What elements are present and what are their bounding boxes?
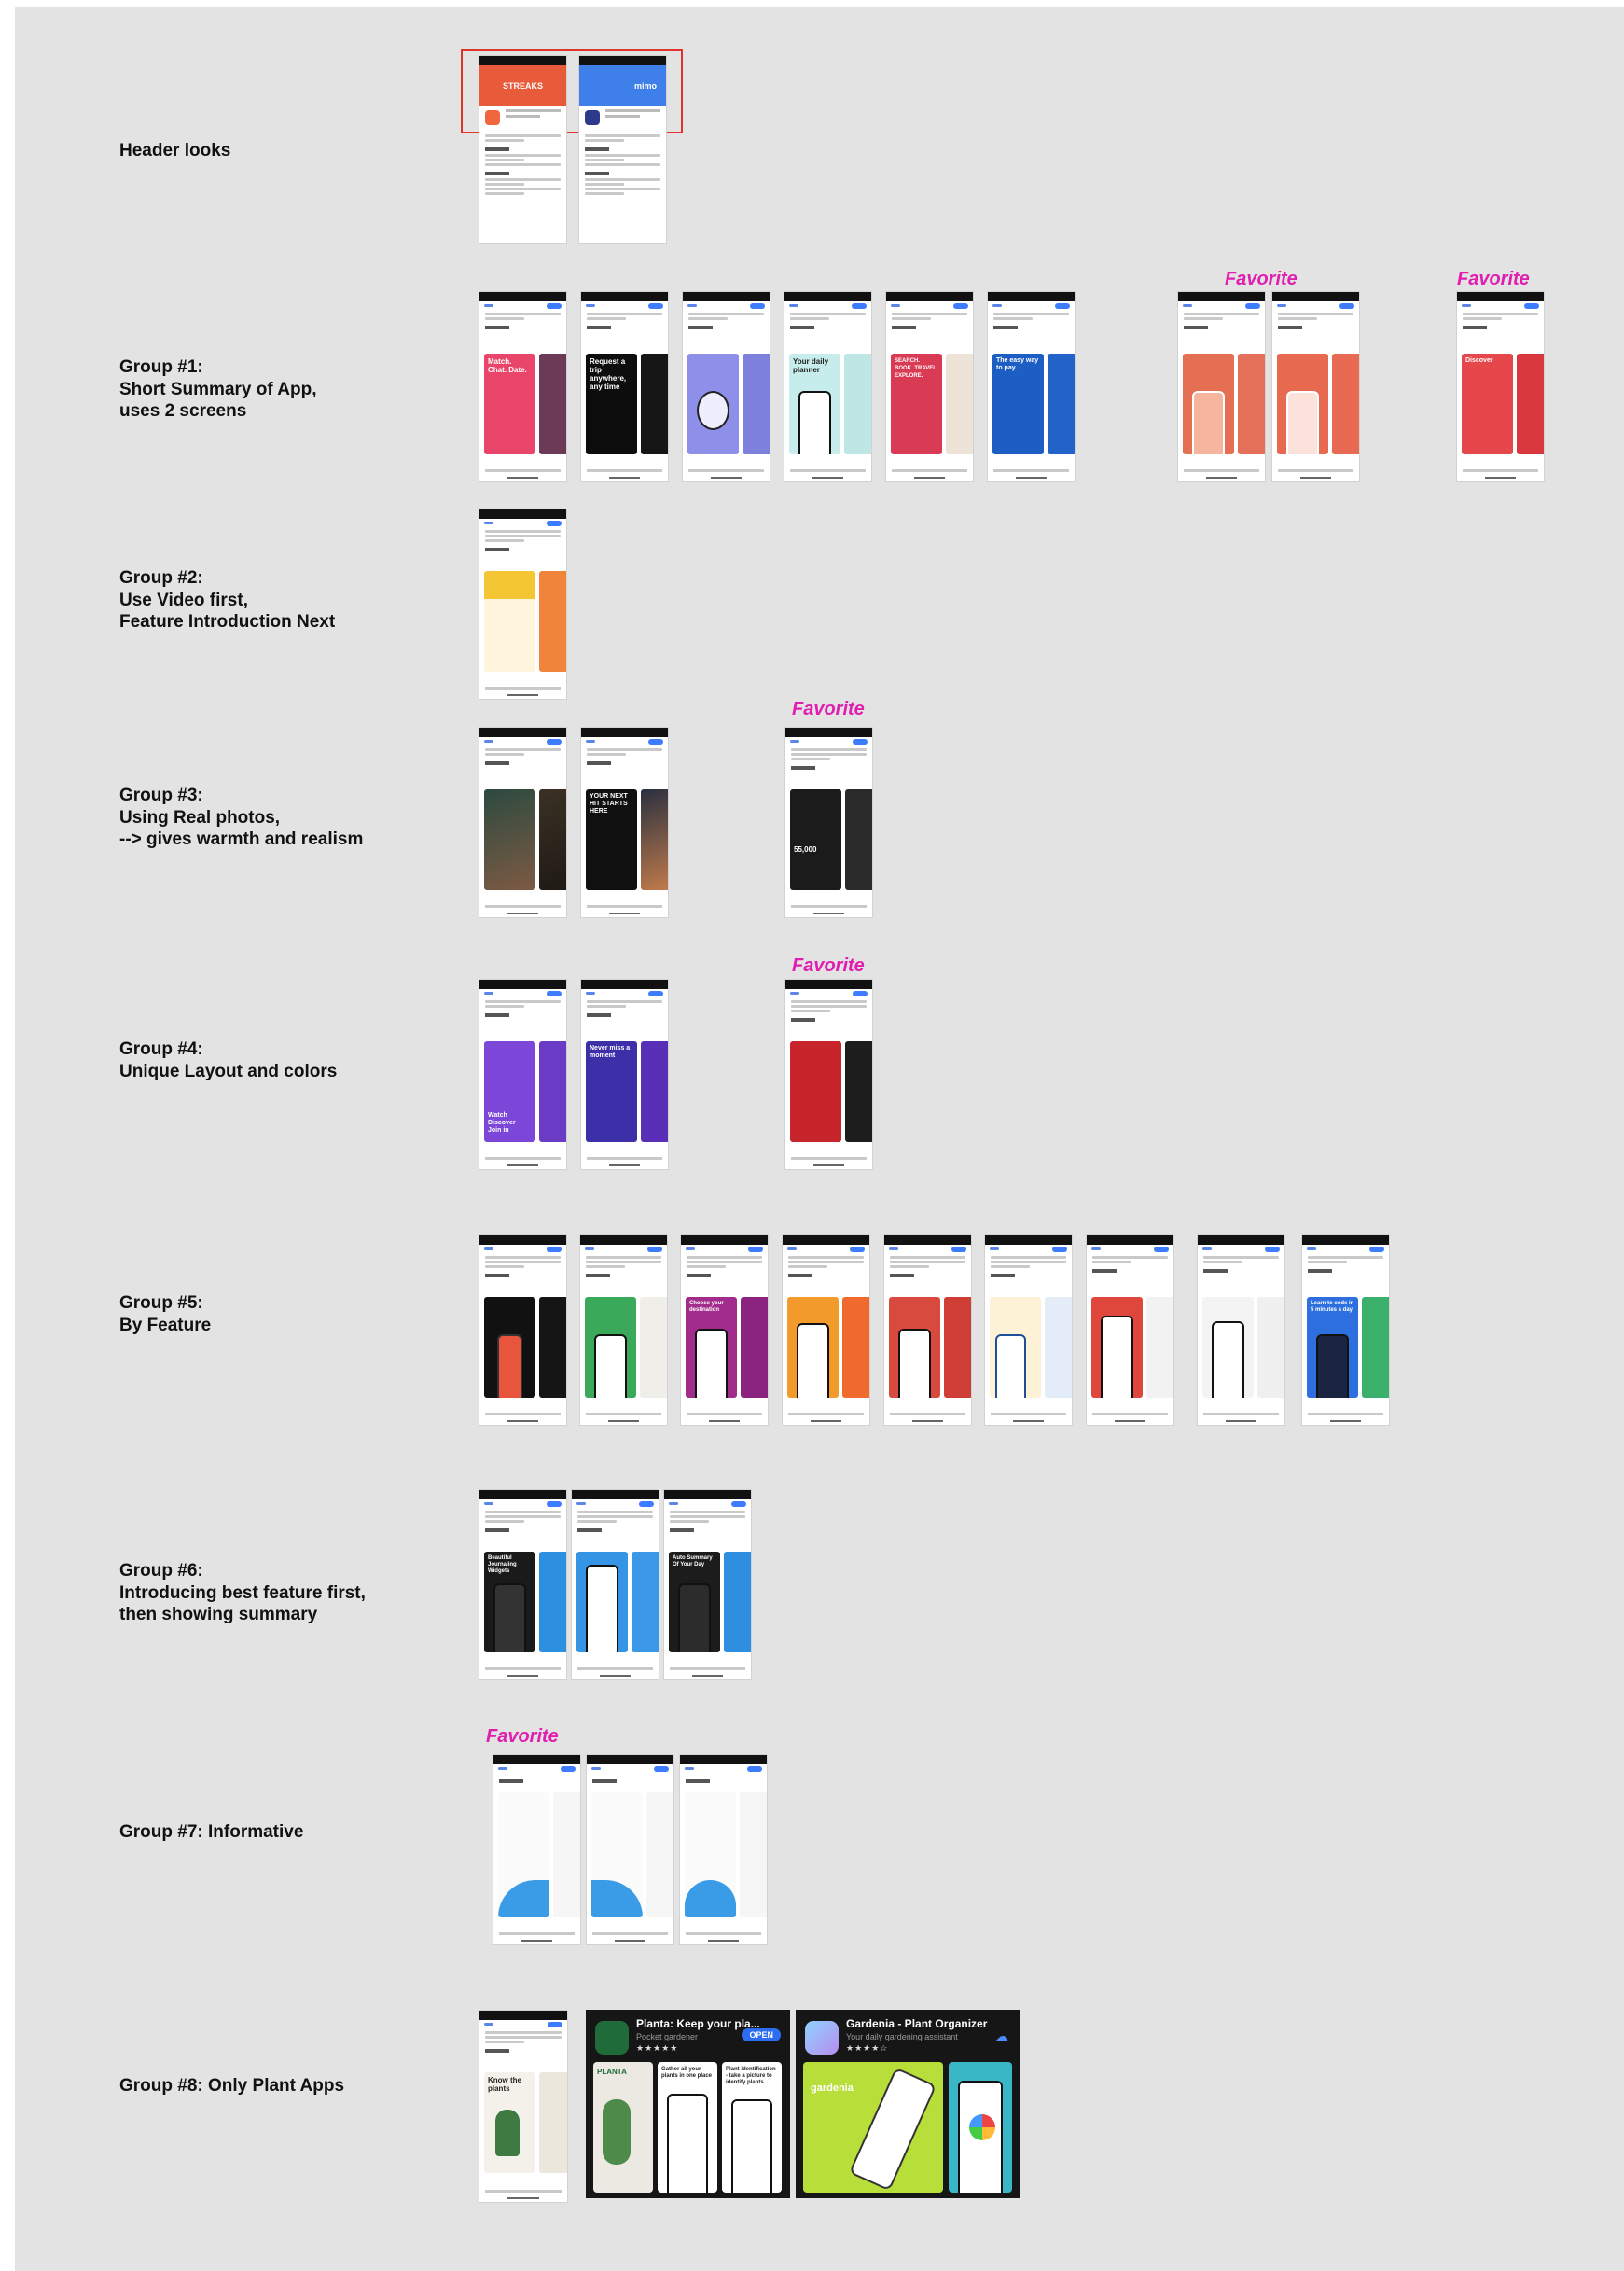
app-screenshot[interactable]: Learn to code in 5 minutes a day (1302, 1235, 1389, 1425)
label-group-6: Group #6: Introducing best feature first,… (119, 1561, 366, 1624)
app-screenshot[interactable]: SEARCH. BOOK. TRAVEL. EXPLORE. (886, 292, 973, 481)
app-screenshot[interactable]: Watch Discover Join in (479, 980, 566, 1169)
app-screenshot[interactable]: Auto Summary Of Your Day (664, 1490, 751, 1679)
label-group-5: Group #5: By Feature (119, 1293, 212, 1335)
app-screenshot-mimo[interactable]: mimo (579, 56, 666, 243)
app-screenshot[interactable]: Match. Chat. Date. (479, 292, 566, 481)
planta-preview-1: PLANTA (593, 2062, 653, 2193)
planta-app-name: Planta: Keep your pla... (636, 2017, 760, 2030)
gardenia-app-name: Gardenia - Plant Organizer (846, 2017, 988, 2030)
app-screenshot[interactable]: Choose your destination (681, 1235, 768, 1425)
app-screenshot-streaks[interactable]: STREAKS (479, 56, 566, 243)
favorite-tag: Favorite (1225, 269, 1298, 289)
planta-preview-2: Gather all your plants in one place (658, 2062, 717, 2193)
label-group-8: Group #8: Only Plant Apps (119, 2076, 345, 2096)
app-screenshot[interactable] (580, 1235, 667, 1425)
favorite-tag: Favorite (792, 699, 865, 719)
app-screenshot[interactable]: The easy way to pay. (988, 292, 1075, 481)
app-screenshot[interactable] (479, 1235, 566, 1425)
app-screenshot[interactable] (1198, 1235, 1284, 1425)
app-screenshot[interactable]: Discover (1457, 292, 1544, 481)
app-screenshot[interactable] (493, 1755, 580, 1944)
gardenia-app-store-card[interactable]: Gardenia - Plant Organizer Your daily ga… (796, 2010, 1020, 2198)
planta-preview-3: Plant identification - take a picture to… (722, 2062, 782, 2193)
design-canvas: Header looks Group #1: Short Summary of A… (15, 7, 1624, 2271)
label-group-1: Group #1: Short Summary of App, uses 2 scr… (119, 357, 317, 421)
mimo-banner: mimo (579, 65, 666, 106)
app-screenshot[interactable] (985, 1235, 1072, 1425)
app-screenshot[interactable] (479, 728, 566, 917)
app-screenshot[interactable] (1087, 1235, 1173, 1425)
app-icon (485, 110, 500, 125)
label-group-7: Group #7: Informative (119, 1822, 304, 1842)
app-screenshot[interactable]: YOUR NEXT HIT STARTS HERE (581, 728, 668, 917)
label-group-4: Group #4: Unique Layout and colors (119, 1039, 338, 1081)
app-screenshot[interactable] (680, 1755, 767, 1944)
gardenia-subtitle: Your daily gardening assistant (846, 2032, 958, 2041)
label-group-3: Group #3: Using Real photos, --> gives war… (119, 786, 364, 849)
planta-app-store-card[interactable]: Planta: Keep your pla... Pocket gardener… (586, 2010, 790, 2198)
label-header-looks: Header looks (119, 141, 231, 160)
app-screenshot[interactable] (683, 292, 770, 481)
planta-rating: ★★★★★ (636, 2043, 679, 2053)
app-screenshot[interactable]: Your daily planner (784, 292, 871, 481)
planta-app-icon (595, 2021, 629, 2055)
app-screenshot[interactable] (1178, 292, 1265, 481)
app-screenshot[interactable] (785, 980, 872, 1169)
back-arrow-icon[interactable] (484, 304, 493, 307)
planta-subtitle: Pocket gardener (636, 2032, 699, 2041)
streaks-banner: STREAKS (479, 65, 566, 106)
app-screenshot[interactable]: Request a trip anywhere, any time (581, 292, 668, 481)
app-screenshot[interactable] (587, 1755, 673, 1944)
app-icon (585, 110, 600, 125)
cloud-download-icon[interactable]: ☁ (995, 2028, 1008, 2044)
app-screenshot[interactable] (1272, 292, 1359, 481)
label-group-2: Group #2: Use Video first, Feature Introdu… (119, 568, 336, 632)
favorite-tag: Favorite (486, 1726, 559, 1747)
gardenia-app-icon (805, 2021, 839, 2055)
app-screenshot[interactable]: Beautiful Journaling Widgets (479, 1490, 566, 1679)
app-screenshot[interactable] (884, 1235, 971, 1425)
app-screenshot[interactable]: Know the plants (479, 2011, 567, 2202)
gardenia-preview-2 (949, 2062, 1012, 2193)
app-screenshot[interactable]: 55,000 (785, 728, 872, 917)
open-button[interactable]: OPEN (742, 2028, 781, 2041)
favorite-tag: Favorite (792, 955, 865, 976)
gardenia-rating: ★★★★☆ (846, 2043, 889, 2053)
favorite-tag: Favorite (1457, 269, 1530, 289)
app-screenshot[interactable] (479, 509, 566, 699)
gardenia-preview-1: gardenia (803, 2062, 943, 2193)
app-screenshot[interactable]: Never miss a moment (581, 980, 668, 1169)
app-screenshot[interactable] (783, 1235, 869, 1425)
app-screenshot[interactable] (572, 1490, 659, 1679)
